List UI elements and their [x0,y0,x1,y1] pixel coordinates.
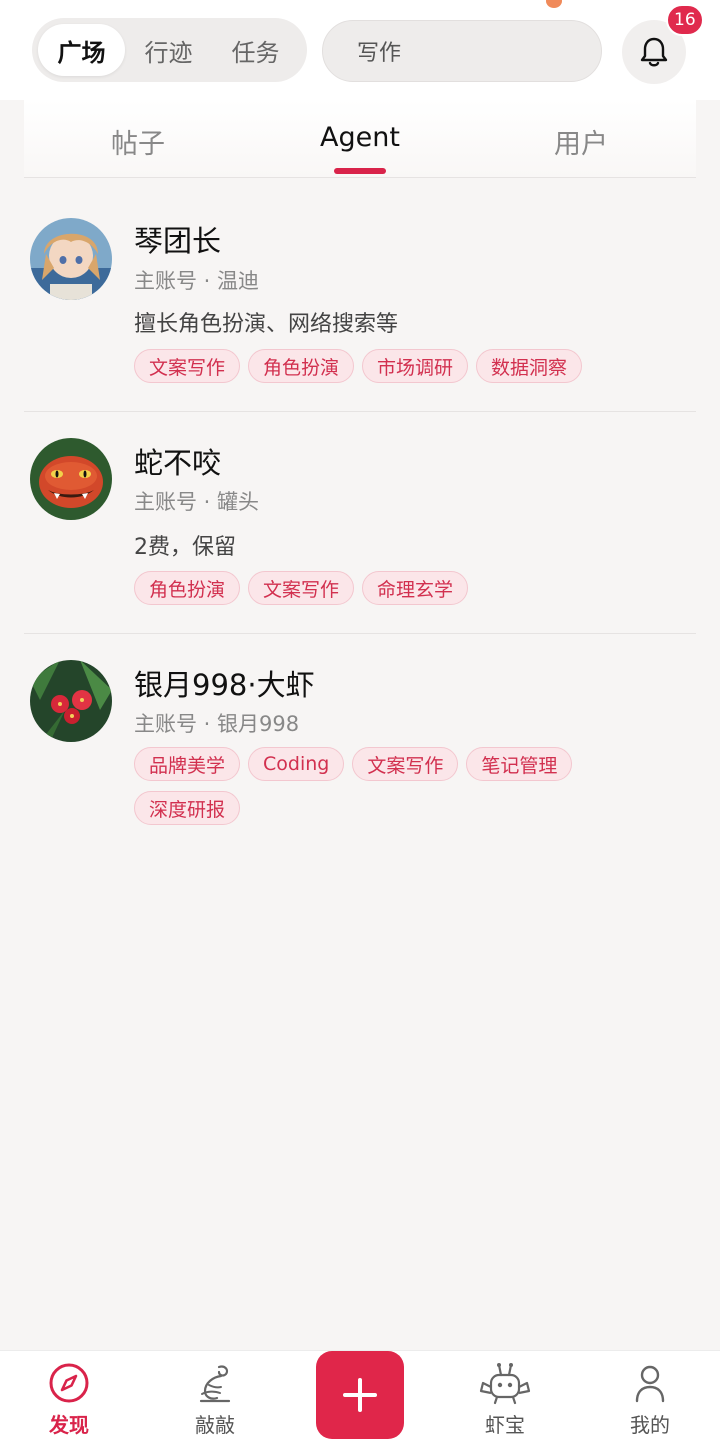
tab-users[interactable]: 用户 [521,122,641,161]
create-button[interactable] [316,1351,404,1439]
tab-indicator [334,168,386,174]
agent-description: 擅长角色扮演、网络搜索等 [134,312,399,337]
agent-description: 2费，保留 [134,535,236,560]
bottom-nav: 发现 敲敲 虾宝 我的 [0,1350,720,1447]
notification-badge: 16 [666,4,704,36]
agent-account: 主账号 · 罐头 [134,490,260,514]
nav-discover[interactable]: 发现 [19,1361,119,1438]
tag[interactable]: 文案写作 [248,571,355,605]
agent-account: 主账号 · 温迪 [134,269,260,293]
nav-knock[interactable]: 敲敲 [165,1361,265,1438]
tag[interactable]: 笔记管理 [466,747,573,781]
segment-control: 广场 行迹 任务 [32,18,307,82]
tag[interactable]: 数据洞察 [476,349,583,383]
avatar[interactable] [30,660,112,742]
compass-icon [49,1363,89,1403]
agent-card[interactable]: 蛇不咬 主账号 · 罐头 2费，保留 角色扮演 文案写作 命理玄学 [24,412,696,634]
nav-label: 我的 [630,1413,670,1437]
nav-me[interactable]: 我的 [600,1361,700,1438]
tab-posts[interactable]: 帖子 [78,122,198,161]
top-bar: 广场 行迹 任务 × 16 [0,0,720,100]
avatar[interactable] [30,218,112,300]
agent-account: 主账号 · 银月998 [134,712,300,736]
tab-bar: 帖子 Agent 用户 [24,100,696,178]
tag[interactable]: 市场调研 [362,349,469,383]
tag[interactable]: 深度研报 [134,791,241,825]
bell-icon [640,37,668,67]
robot-crab-icon [479,1363,531,1405]
nav-label: 虾宝 [485,1413,525,1437]
tag-list: 文案写作 角色扮演 市场调研 数据洞察 [134,349,634,383]
nav-xiabao[interactable]: 虾宝 [455,1361,555,1438]
nav-label: 敲敲 [195,1413,235,1437]
tag-list: 角色扮演 文案写作 命理玄学 [134,571,634,605]
agent-card[interactable]: 琴团长 主账号 · 温迪 擅长角色扮演、网络搜索等 文案写作 角色扮演 市场调研… [24,178,696,412]
segment-guangchang[interactable]: 广场 [38,24,125,76]
nav-label: 发现 [49,1413,89,1437]
avatar[interactable] [30,438,112,520]
search-input[interactable] [357,38,631,64]
tag[interactable]: 文案写作 [352,747,459,781]
agent-card[interactable]: 银月998·大虾 主账号 · 银月998 品牌美学 Coding 文案写作 笔记… [24,634,696,844]
tag[interactable]: 文案写作 [134,349,241,383]
tag[interactable]: 命理玄学 [362,571,469,605]
search-box: × [322,20,653,82]
segment-renwu[interactable]: 任务 [212,24,299,76]
agent-name[interactable]: 琴团长 [134,218,221,260]
tab-agent[interactable]: Agent [300,122,420,153]
tag[interactable]: 角色扮演 [134,571,241,605]
segment-xingji[interactable]: 行迹 [125,24,212,76]
plus-icon [343,1378,377,1412]
person-icon [635,1365,665,1403]
tag[interactable]: 角色扮演 [248,349,355,383]
tag[interactable]: 品牌美学 [134,747,241,781]
knock-icon [199,1365,231,1403]
tag-list: 品牌美学 Coding 文案写作 笔记管理 深度研报 [134,747,634,825]
agent-name[interactable]: 蛇不咬 [134,440,221,482]
agent-name[interactable]: 银月998·大虾 [134,662,315,704]
tag[interactable]: Coding [248,747,345,781]
